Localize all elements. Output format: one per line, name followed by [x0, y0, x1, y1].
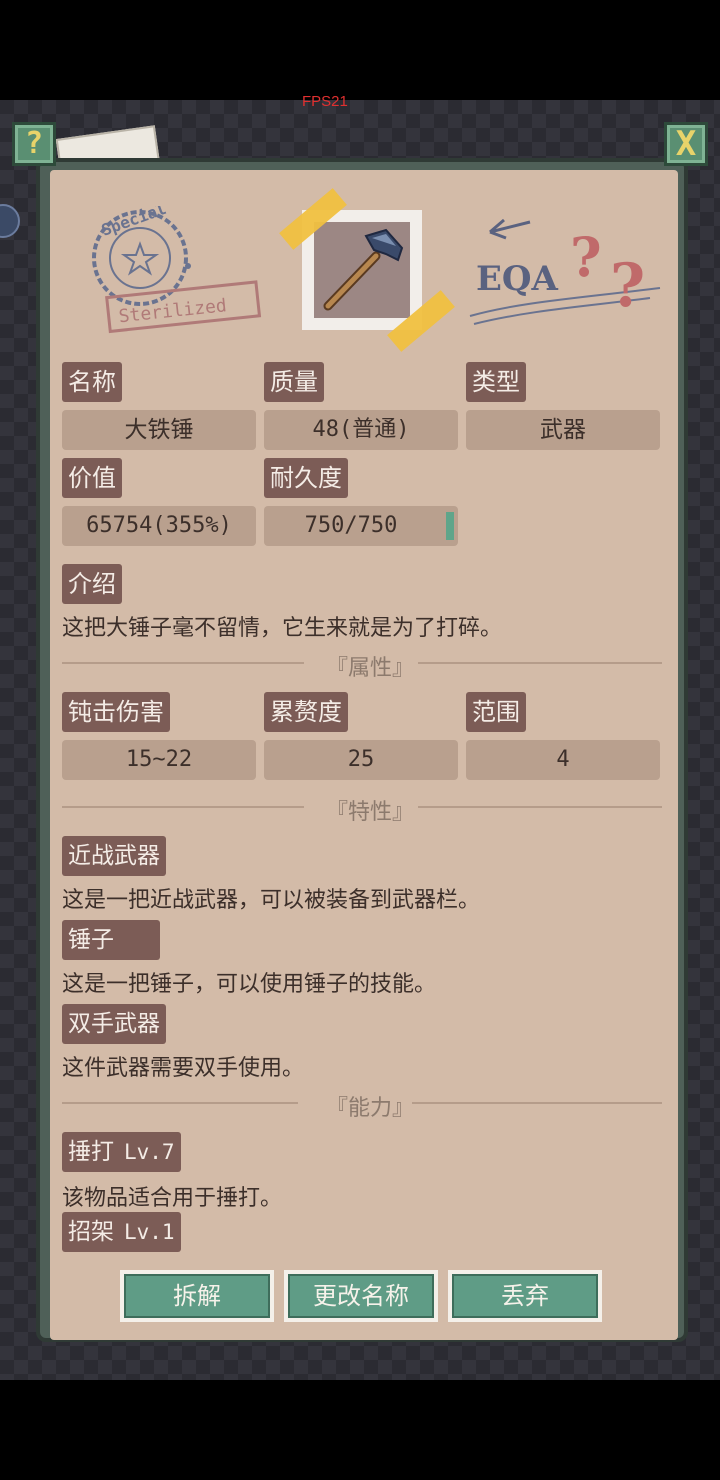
name-label: 名称: [62, 362, 122, 402]
rename-button[interactable]: 更改名称: [284, 1270, 438, 1322]
stamp-banner-text: Sterilized: [118, 295, 228, 327]
discard-button[interactable]: 丢弃: [448, 1270, 602, 1322]
intro-label: 介绍: [62, 564, 122, 604]
bottom-letterbox: [0, 1380, 720, 1480]
trait-tag[interactable]: 双手武器: [62, 1004, 166, 1044]
ability-level: Lv.1: [124, 1220, 175, 1244]
price-value: 65754(355%): [62, 506, 256, 546]
top-letterbox: [0, 0, 720, 100]
type-value: 武器: [466, 410, 660, 450]
quality-value: 48(普通): [264, 410, 458, 450]
durability-label: 耐久度: [264, 458, 348, 498]
ability-name: 招架: [68, 1219, 114, 1245]
divider-right: [418, 806, 662, 808]
blunt-damage-value: 15~22: [62, 740, 256, 780]
range-label: 范围: [466, 692, 526, 732]
dismantle-button-label: 拆解: [124, 1274, 270, 1318]
divider-left: [62, 1102, 298, 1104]
stamp-decoration: Special Sterilized: [92, 206, 262, 334]
divider-right: [418, 662, 662, 664]
trait-tag[interactable]: 锤子: [62, 920, 160, 960]
range-value: 4: [466, 740, 660, 780]
intro-text: 这把大锤子毫不留情，它生来就是为了打碎。: [62, 616, 503, 641]
close-button[interactable]: X: [664, 122, 708, 166]
divider-left: [62, 662, 304, 664]
durability-field: 750/750: [264, 506, 458, 546]
hammer-icon: [323, 228, 404, 311]
ability-tag[interactable]: 捶打 Lv.7: [62, 1132, 181, 1172]
rename-button-label: 更改名称: [288, 1274, 434, 1318]
close-icon: X: [675, 124, 697, 164]
question-icon: ?: [24, 126, 44, 161]
scribble-text: EQA: [476, 259, 559, 299]
trait-desc: 这是一把锤子，可以使用锤子的技能。: [62, 972, 437, 997]
question-mark-decoration-2: ?: [610, 251, 645, 321]
trait-desc: 这件武器需要双手使用。: [62, 1056, 305, 1081]
ability-name: 捶打: [68, 1139, 114, 1165]
dismantle-button[interactable]: 拆解: [120, 1270, 274, 1322]
item-image: [314, 222, 410, 318]
trait-desc: 这是一把近战武器，可以被装备到武器栏。: [62, 888, 481, 913]
type-label: 类型: [466, 362, 526, 402]
abilities-title: 『能力』: [326, 1096, 415, 1121]
ability-level: Lv.7: [124, 1140, 175, 1164]
item-detail-scroll[interactable]: Special Sterilized EQA ? ? 名称 质量 类型 大铁锤 …: [50, 170, 678, 1258]
ability-desc: 该物品适合用于捶打。: [62, 1186, 283, 1211]
quality-label: 质量: [264, 362, 324, 402]
fatigue-value: 25: [264, 740, 458, 780]
scribble-decoration: EQA ? ?: [469, 218, 661, 325]
divider-right: [412, 1102, 662, 1104]
item-portrait: [302, 210, 422, 330]
durability-value: 750/750: [304, 513, 398, 538]
traits-title: 『特性』: [326, 800, 415, 825]
divider-left: [62, 806, 304, 808]
fatigue-label: 累赘度: [264, 692, 348, 732]
trait-tag[interactable]: 近战武器: [62, 836, 166, 876]
attributes-title: 『属性』: [326, 656, 415, 681]
fps-counter: FPS21: [302, 93, 348, 110]
item-detail-panel: Special Sterilized EQA ? ? 名称 质量 类型 大铁锤 …: [50, 170, 678, 1340]
question-mark-decoration-1: ?: [570, 225, 602, 289]
name-value: 大铁锤: [62, 410, 256, 450]
durability-bar: [446, 512, 454, 540]
blunt-damage-label: 钝击伤害: [62, 692, 170, 732]
ability-tag[interactable]: 招架 Lv.1: [62, 1212, 181, 1252]
price-label: 价值: [62, 458, 122, 498]
help-button[interactable]: ?: [12, 122, 56, 166]
discard-button-label: 丢弃: [452, 1274, 598, 1318]
